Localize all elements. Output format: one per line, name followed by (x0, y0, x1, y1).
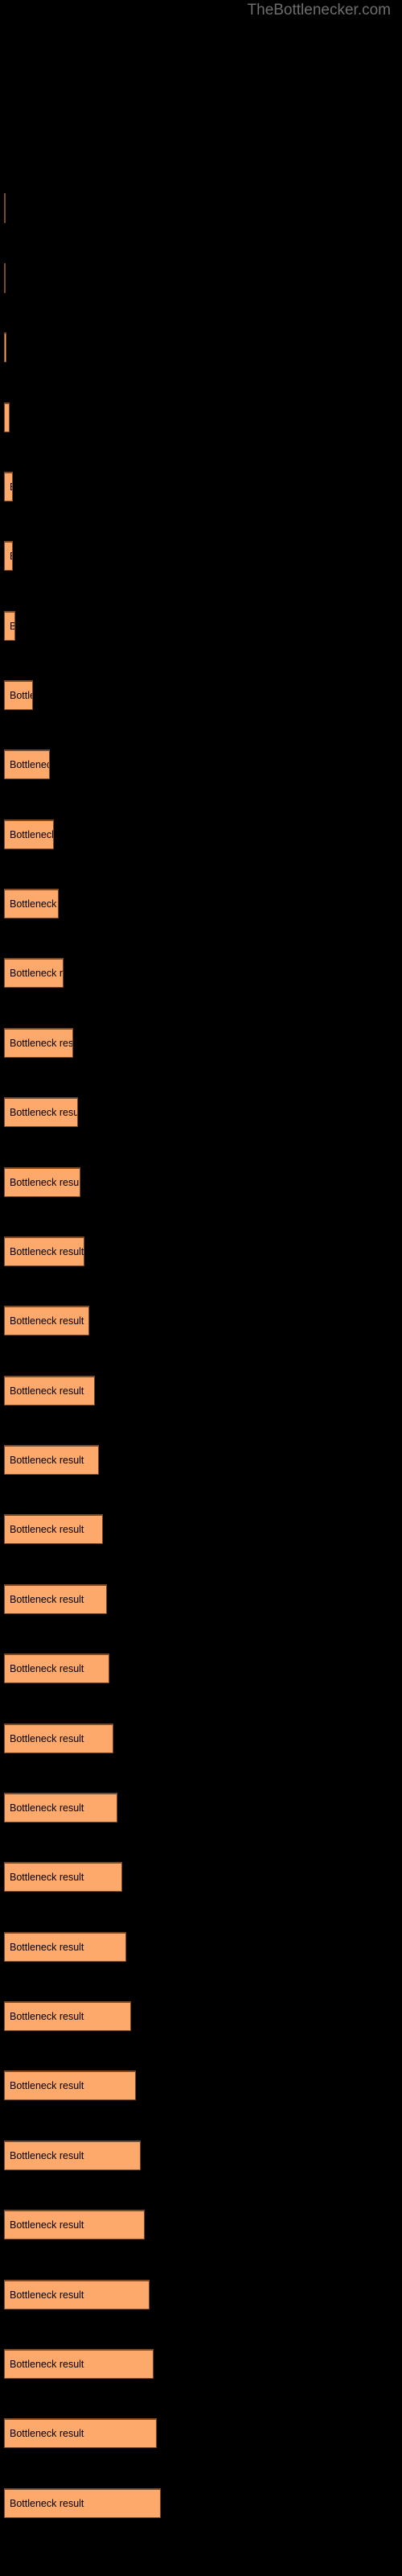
bar-label: Bottleneck result (10, 1942, 84, 1953)
bar-label: Bottleneck result (10, 2011, 84, 2022)
bar-label: Bottleneck result (10, 1038, 73, 1049)
bar-28[interactable]: Bottleneck result (4, 2070, 136, 2100)
bar-label: Bottleneck result (10, 968, 64, 979)
bar-12[interactable]: Bottleneck result (4, 958, 64, 988)
bar-4[interactable]: Bottleneck result (4, 402, 10, 432)
bar-label: Bottleneck result (10, 2219, 84, 2231)
bar-label: Bottleneck result (10, 1524, 84, 1535)
bar-20[interactable]: Bottleneck result (4, 1514, 103, 1544)
bar-24[interactable]: Bottleneck result (4, 1793, 117, 1823)
bar-27[interactable]: Bottleneck result (4, 2001, 131, 2031)
bar-14[interactable]: Bottleneck result (4, 1097, 78, 1127)
bar-2[interactable]: Bottleneck result (4, 263, 6, 293)
bar-16[interactable]: Bottleneck result (4, 1236, 84, 1266)
bar-label: Bottleneck result (10, 2498, 84, 2509)
bar-label: Bottleneck result (10, 1385, 84, 1397)
bar-8[interactable]: Bottleneck result (4, 680, 33, 710)
bar-11[interactable]: Bottleneck result (4, 889, 59, 919)
bar-1[interactable]: Bottleneck result (4, 193, 6, 223)
bar-23[interactable]: Bottleneck result (4, 1724, 113, 1753)
bar-label: Bottleneck result (10, 1594, 84, 1605)
bar-label: Bottleneck result (10, 1872, 84, 1883)
bar-19[interactable]: Bottleneck result (4, 1445, 99, 1475)
bar-15[interactable]: Bottleneck result (4, 1167, 80, 1197)
bar-29[interactable]: Bottleneck result (4, 2140, 141, 2170)
bar-label: Bottleneck result (10, 2428, 84, 2439)
bar-33[interactable]: Bottleneck result (4, 2418, 157, 2448)
bar-3[interactable]: Bottleneck result (4, 332, 6, 362)
bar-label: Bottleneck result (10, 551, 12, 562)
bar-6[interactable]: Bottleneck result (4, 541, 13, 571)
bar-label: Bottleneck result (10, 898, 58, 910)
bar-30[interactable]: Bottleneck result (4, 2210, 145, 2240)
bar-26[interactable]: Bottleneck result (4, 1932, 126, 1962)
bar-5[interactable]: Bottleneck result (4, 472, 13, 502)
bar-9[interactable]: Bottleneck result (4, 749, 50, 779)
bar-34[interactable]: Bottleneck result (4, 2488, 161, 2518)
bar-label: Bottleneck result (10, 1246, 84, 1257)
bar-18[interactable]: Bottleneck result (4, 1376, 95, 1406)
bar-32[interactable]: Bottleneck result (4, 2349, 154, 2379)
bar-label: Bottleneck result (10, 1663, 84, 1674)
bar-label: Bottleneck result (10, 1177, 80, 1188)
bar-label: Bottleneck result (10, 690, 32, 701)
bar-10[interactable]: Bottleneck result (4, 819, 54, 849)
bar-label: Bottleneck result (10, 481, 12, 493)
bar-label: Bottleneck result (10, 829, 54, 840)
bar-label: Bottleneck result (10, 2080, 84, 2091)
bar-22[interactable]: Bottleneck result (4, 1653, 109, 1683)
bar-label: Bottleneck result (10, 2289, 84, 2301)
bar-label: Bottleneck result (10, 2150, 84, 2161)
bar-31[interactable]: Bottleneck result (4, 2280, 150, 2310)
bar-21[interactable]: Bottleneck result (4, 1584, 107, 1614)
bar-chart-plot-area: Bottleneck result Bottleneck result Bottle… (0, 0, 402, 2576)
bar-label: Bottleneck result (10, 759, 49, 770)
bar-label: Bottleneck result (10, 1802, 84, 1814)
bar-17[interactable]: Bottleneck result (4, 1306, 89, 1335)
bottleneck-chart-page: TheBottlenecker.com Bottleneck resultBot… (0, 0, 402, 2576)
bar-7[interactable]: Bottleneck result (4, 611, 15, 641)
bar-label: Bottleneck result (10, 621, 14, 632)
bar-label: Bottleneck result (10, 1455, 84, 1466)
bar-25[interactable]: Bottleneck result (4, 1862, 122, 1892)
bar-label: Bottleneck result (10, 1107, 78, 1118)
bar-label: Bottleneck result (10, 1733, 84, 1744)
bar-label: Bottleneck result (10, 1315, 84, 1327)
bar-label: Bottleneck result (10, 2359, 84, 2370)
bar-13[interactable]: Bottleneck result (4, 1028, 73, 1058)
